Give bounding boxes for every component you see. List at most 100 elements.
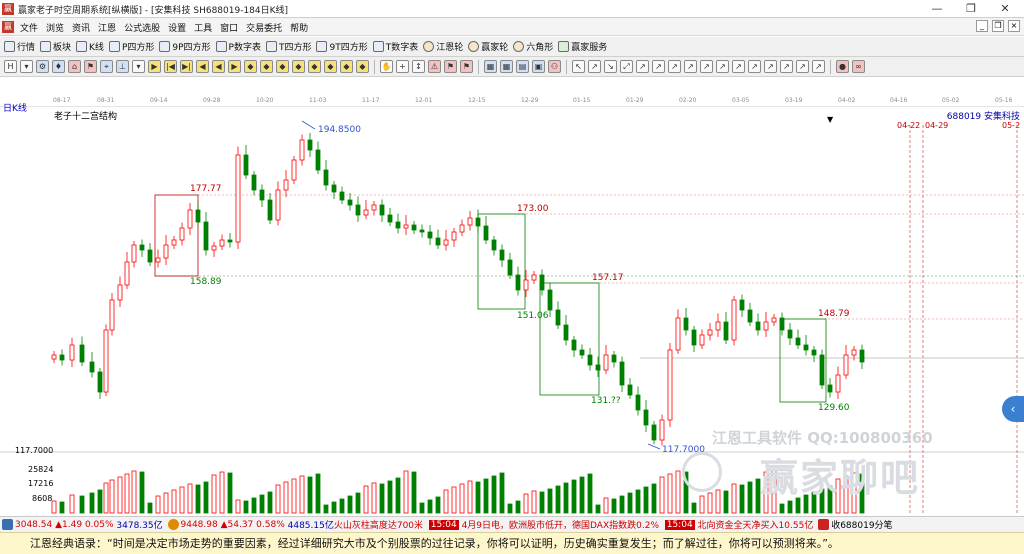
volume-series <box>51 468 865 514</box>
news-time-1: 15:04 <box>428 519 459 530</box>
structure-box-4 <box>779 318 827 403</box>
news-ticker-3[interactable]: 北向资金全天净买入10.55亿 <box>698 518 814 531</box>
candle-body <box>395 221 401 229</box>
candle-body <box>843 354 849 376</box>
sz-index-value[interactable]: 9448.98 <box>181 520 218 530</box>
volume-bar <box>243 500 249 514</box>
app-window: 赢 赢家老子时空周期系统[纵横版] - [安集科技 SH688019-184日K… <box>0 0 1024 554</box>
volume-bar <box>571 479 577 514</box>
volume-bar <box>195 484 201 514</box>
candle-body <box>803 344 809 351</box>
candle-body <box>819 354 825 386</box>
volume-bar <box>395 477 401 514</box>
volume-bar <box>363 485 369 514</box>
candle-body <box>331 184 337 193</box>
volume-bar <box>579 476 585 514</box>
collect-tick-label[interactable]: 收688019分笔 <box>831 518 892 531</box>
candle-body <box>859 349 865 363</box>
candle-body <box>715 321 721 331</box>
candle-body <box>211 245 217 251</box>
candle-body <box>539 274 545 291</box>
volume-bar <box>97 489 103 514</box>
candle-body <box>755 321 761 331</box>
candle-body <box>675 317 681 351</box>
candle-body <box>835 374 841 393</box>
volume-bar <box>211 474 217 514</box>
high-price-label: 194.8500 <box>318 125 361 135</box>
candle-body <box>195 209 201 223</box>
candle-body <box>155 257 161 263</box>
watermark-logo-icon <box>682 452 722 492</box>
candle-body <box>491 239 497 251</box>
scroll-right-button[interactable]: ‹ <box>1002 396 1024 422</box>
volume-bar <box>427 499 433 514</box>
news-ticker-1[interactable]: 火山灰柱高度达700米 <box>334 518 423 531</box>
volume-bar <box>109 479 115 514</box>
candle-body <box>667 349 673 421</box>
news-ticker-2[interactable]: 4月9日电，欧洲股市低开，德国DAX指数跌0.2% <box>462 518 659 531</box>
low-pointer <box>647 443 661 450</box>
candle-body <box>79 344 85 363</box>
candle-body <box>283 179 289 191</box>
volume-bar <box>619 495 625 514</box>
candle-body <box>443 239 449 246</box>
volume-bar <box>435 496 441 514</box>
volume-bar <box>459 483 465 514</box>
candle-body <box>611 354 617 363</box>
volume-bar <box>147 502 153 514</box>
candle-body <box>467 217 473 226</box>
candle-body <box>747 309 753 323</box>
volume-bar <box>235 499 241 514</box>
volume-bar <box>715 489 721 514</box>
volume-bar <box>155 495 161 514</box>
box3-top-label: 157.17 <box>592 273 624 283</box>
candle-body <box>323 169 329 186</box>
watermark-text-1: 江恩工具软件 QQ:100800360 <box>712 429 933 447</box>
candle-body <box>267 199 273 221</box>
candle-body <box>117 284 123 301</box>
candle-body <box>451 231 457 241</box>
candle-body <box>779 317 785 331</box>
candle-body <box>103 329 109 393</box>
volume-bar <box>787 500 793 514</box>
volume-bar <box>227 472 233 514</box>
sz-index-amount: 4485.15亿 <box>287 521 334 531</box>
volume-bar <box>587 473 593 514</box>
candle-body <box>69 344 75 361</box>
volume-tick-3: 8608 <box>32 494 53 503</box>
volume-bar <box>611 498 617 514</box>
candle-body <box>139 244 145 251</box>
candle-body <box>595 364 601 371</box>
sh-index-value[interactable]: 3048.54 <box>15 520 52 530</box>
candle-body <box>547 289 553 311</box>
candle-body <box>499 249 505 261</box>
volume-bar <box>635 489 641 514</box>
box4-bottom-label: 131.?? <box>591 396 621 406</box>
watermark-text-2: 赢家聊吧 <box>760 456 921 500</box>
volume-bar <box>315 473 321 514</box>
volume-tick-1: 25824 <box>28 465 54 474</box>
volume-bar <box>475 481 481 514</box>
volume-bar <box>339 498 345 514</box>
volume-bar <box>259 494 265 514</box>
sh-index-icon <box>2 519 13 530</box>
volume-bar <box>267 491 273 514</box>
candle-body <box>89 361 95 373</box>
candle-body <box>691 329 697 346</box>
candle-body <box>731 299 737 341</box>
candle-body <box>707 329 713 336</box>
candle-body <box>187 209 193 229</box>
candle-body <box>51 354 57 360</box>
box1-bottom-label: 158.89 <box>190 277 222 287</box>
candle-body <box>411 224 417 231</box>
volume-bar <box>563 482 569 514</box>
volume-bar <box>739 484 745 514</box>
sz-index-icon <box>167 519 179 530</box>
status-bar: 3048.54 ▲1.49 0.05% 3478.35亿 9448.98 ▲54… <box>0 516 1024 532</box>
candle-body <box>643 409 649 426</box>
candle-body <box>171 239 177 246</box>
candle-body <box>723 321 729 341</box>
candle-body <box>739 299 745 311</box>
structure-box-1 <box>154 194 199 277</box>
volume-bar <box>89 492 95 514</box>
